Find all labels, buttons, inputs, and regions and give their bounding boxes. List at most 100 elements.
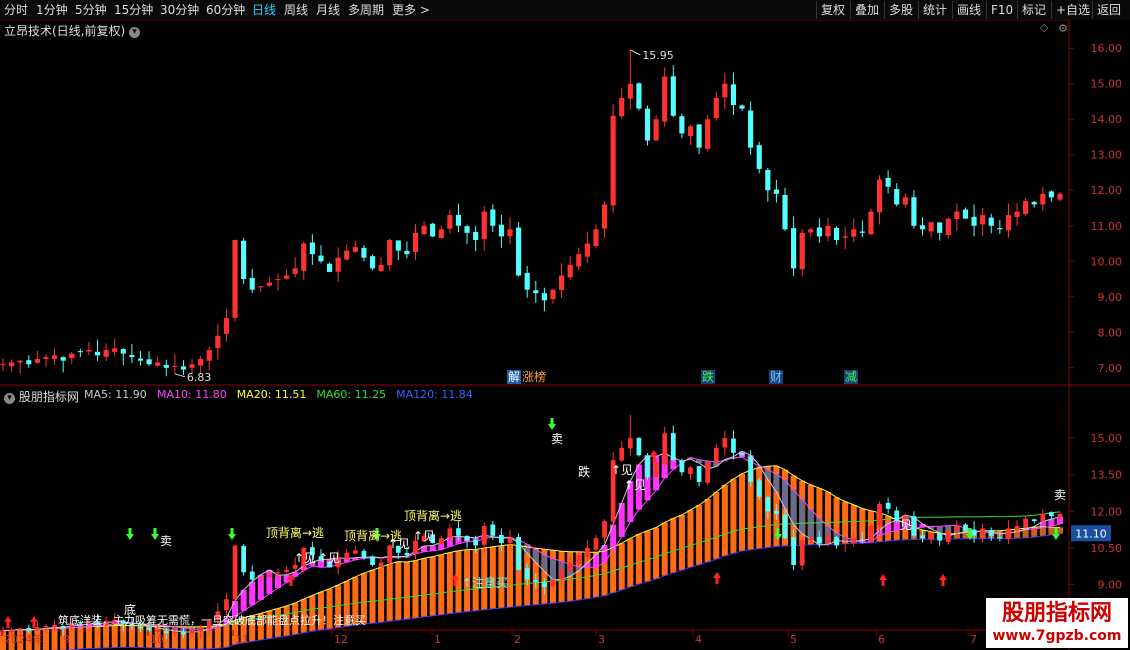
cloud-bar xyxy=(249,581,256,606)
sub-candle-body xyxy=(774,510,779,514)
candle-body xyxy=(387,239,393,266)
period-tab[interactable]: 分时 xyxy=(4,2,28,18)
price-axis-label: 8.00 xyxy=(1098,326,1123,339)
candle-body xyxy=(43,357,49,359)
sub-candle-body xyxy=(842,543,848,545)
toolbar-button[interactable]: 标记 xyxy=(1017,1,1050,19)
title-dropdown-icon[interactable]: ▾ xyxy=(129,27,141,38)
signal-annotation: 跌 xyxy=(578,464,590,479)
sub-candle-body xyxy=(619,447,625,461)
main-chart-panel[interactable]: 16.00 15.00 14.00 13.00 12.00 11.00 10.00 9.00 8… xyxy=(0,20,1130,386)
price-axis-label: 13.00 xyxy=(1091,149,1123,162)
candle-body xyxy=(1031,201,1037,205)
date-label: 6 xyxy=(878,633,885,646)
diamond-icon[interactable]: ◇ xyxy=(1040,21,1048,34)
period-tab[interactable]: 15分钟 xyxy=(114,2,153,18)
sub-candle-body xyxy=(945,530,951,543)
period-tab[interactable]: 60分钟 xyxy=(206,2,245,18)
sub-candle-body xyxy=(980,528,986,535)
sub-candle-body xyxy=(447,528,453,538)
candle-body xyxy=(507,229,513,237)
sub-candle-body xyxy=(1006,528,1011,539)
sub-candle-body xyxy=(0,630,6,632)
toolbar-button[interactable]: 统计 xyxy=(918,1,951,19)
period-tab[interactable]: 30分钟 xyxy=(160,2,199,18)
settings-icon[interactable]: ⚙ xyxy=(1058,22,1068,35)
sub-candle-body xyxy=(26,628,32,631)
period-tab[interactable]: 日线 xyxy=(252,2,276,18)
candle-body xyxy=(696,124,702,148)
period-tab[interactable]: 5分钟 xyxy=(75,2,107,18)
candle-body xyxy=(791,228,797,269)
candle-body xyxy=(627,83,633,99)
candle-body xyxy=(524,272,530,290)
date-label: 3 xyxy=(598,633,605,646)
sub-candle-body xyxy=(155,629,161,632)
candle-body xyxy=(232,239,238,318)
candle-body xyxy=(808,229,814,233)
sub-candle-body xyxy=(765,497,771,512)
toolbar-button[interactable]: 多股 xyxy=(884,1,917,19)
candle-body xyxy=(876,179,883,213)
toolbar-button[interactable]: F10 xyxy=(986,1,1017,19)
ribbon-bar xyxy=(618,543,625,591)
sub-candle-body xyxy=(584,547,590,557)
toolbar-button[interactable]: 返回 xyxy=(1092,1,1125,19)
period-tab[interactable]: 多周期 xyxy=(348,2,384,18)
toolbar-button[interactable]: 画线 xyxy=(952,1,985,19)
period-tab[interactable]: 月线 xyxy=(316,2,340,18)
sub-candle-body xyxy=(825,535,831,543)
sell-arrow-icon xyxy=(228,528,236,540)
candle-body xyxy=(395,240,401,251)
event-badge: 涨榜 xyxy=(522,369,546,384)
buy-arrow-icon xyxy=(30,616,38,628)
period-tab[interactable]: 更多 > xyxy=(392,2,430,18)
candle-body xyxy=(292,268,298,274)
period-tab[interactable]: 1分钟 xyxy=(36,2,68,18)
candle-body xyxy=(919,225,926,230)
ribbon-bar xyxy=(678,514,685,571)
candle-body xyxy=(266,282,272,286)
indicator-chart-svg[interactable]: 15.0013.5012.0010.509.0011.10卖卖卖顶背离→逃 顶背离… xyxy=(0,386,1130,650)
buy-arrow-icon xyxy=(4,616,12,628)
sub-candle-body xyxy=(627,438,633,449)
date-label: 7 xyxy=(970,633,977,646)
ribbon-bar xyxy=(721,484,728,557)
sub-candle-body xyxy=(696,466,702,483)
sub-candle-body xyxy=(602,521,607,538)
sub-candle-body xyxy=(576,555,582,564)
sub-candle-body xyxy=(146,627,152,631)
indicator-dropdown-icon[interactable]: ▾ xyxy=(4,393,15,404)
sub-candle-body xyxy=(189,630,195,634)
ribbon-bar xyxy=(421,558,428,617)
indicator-panel-title: ▾ 股朋指标网 xyxy=(4,388,79,405)
date-label: 1 xyxy=(434,633,441,646)
buy-arrow-icon xyxy=(713,572,721,584)
sub-candle-body xyxy=(490,524,496,536)
indicator-panel[interactable]: 15.00 13.50 12.00 10.50 9.00 11.10 卖卖卖顶背离→逃 顶背离… xyxy=(0,386,1130,650)
candle-body xyxy=(60,357,66,361)
ribbon-bar xyxy=(111,625,118,648)
candle-body xyxy=(722,83,728,98)
main-chart-svg[interactable]: 16.00 15.00 14.00 13.00 12.00 11.00 10.00 9.00 8… xyxy=(0,20,1130,386)
ribbon-bar xyxy=(644,530,651,582)
candle-body xyxy=(94,351,101,356)
candle-body xyxy=(378,264,384,272)
ribbon-bar xyxy=(94,626,101,649)
sub-candle-body xyxy=(679,460,685,473)
period-tab[interactable]: 周线 xyxy=(284,2,308,18)
candle-body xyxy=(997,228,1003,230)
sub-candle-body xyxy=(352,550,358,554)
ribbon-bar xyxy=(412,560,419,619)
toolbar-button[interactable]: +自选 xyxy=(1051,1,1094,19)
toolbar: 分时 1分钟 5分钟 15分钟 30分钟 60分钟 日线 周线 月线 多周期 更多 > 返回 +自选 标记… xyxy=(0,0,1130,21)
date-label: 2 xyxy=(514,633,521,646)
candle-body xyxy=(369,256,376,269)
ribbon-bar xyxy=(77,627,84,650)
toolbar-button[interactable]: 复权 xyxy=(816,1,849,19)
candle-body xyxy=(137,358,144,361)
toolbar-button[interactable]: 叠加 xyxy=(850,1,883,19)
sub-candle-body xyxy=(404,552,410,556)
sub-candle-body xyxy=(550,579,556,587)
sub-candle-body xyxy=(516,536,521,570)
